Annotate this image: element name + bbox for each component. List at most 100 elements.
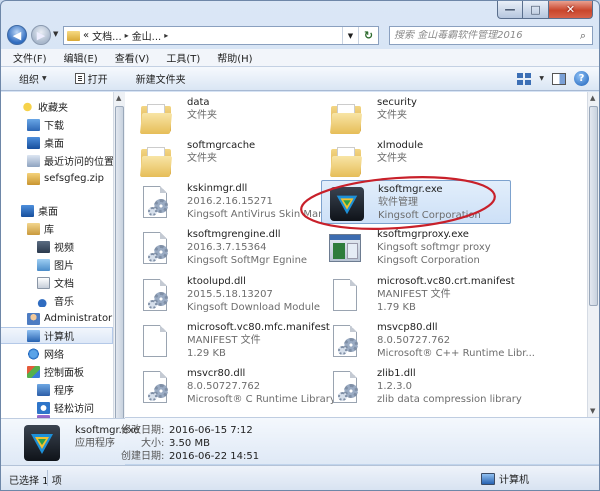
recent-places-icon	[27, 154, 40, 167]
star-icon	[21, 100, 34, 113]
content-scrollbar[interactable]: ▲ ▼	[587, 92, 599, 417]
scroll-up-icon[interactable]: ▲	[116, 94, 121, 102]
minimize-button[interactable]: —	[497, 1, 523, 19]
breadcrumb-separator[interactable]: ▸	[164, 31, 168, 40]
document-icon	[143, 325, 167, 357]
file-item[interactable]: zlib1.dll 1.2.3.0 zlib data compression li…	[321, 365, 522, 409]
file-detail: 软件管理	[378, 197, 418, 208]
help-icon[interactable]: ?	[574, 71, 589, 86]
preview-pane-icon[interactable]	[552, 72, 566, 85]
file-item[interactable]: msvcp80.dll 8.0.50727.762 Microsoft® C++ R…	[321, 319, 535, 363]
close-button[interactable]: ✕	[549, 1, 593, 19]
file-item[interactable]: ksoftmgrproxy.exe Kingsoft softmgr proxy K…	[321, 226, 511, 270]
dll-gear-icon	[143, 232, 168, 264]
file-item[interactable]: security 文件夹	[321, 94, 511, 138]
open-button[interactable]: 打开	[74, 71, 108, 86]
command-bar: 组织 ▼ 打开 新建文件夹 ▼ ?	[1, 67, 599, 91]
menu-edit[interactable]: 编辑(E)	[64, 50, 98, 65]
status-bar: 已选择 1 项 计算机	[1, 465, 599, 490]
scroll-up-icon[interactable]: ▲	[590, 94, 595, 102]
file-item[interactable]: microsoft.vc80.mfc.manifest MANIFEST 文件 1.…	[131, 319, 330, 363]
file-detail: MANIFEST 文件	[187, 335, 261, 346]
tree-control-panel[interactable]: 控制面板	[27, 363, 84, 380]
new-folder-button[interactable]: 新建文件夹	[136, 71, 186, 86]
music-icon	[37, 294, 50, 307]
desktop-icon	[27, 136, 40, 149]
tree-network[interactable]: 网络	[27, 345, 64, 362]
folder-icon	[329, 147, 363, 177]
tree-documents[interactable]: 文档	[37, 274, 74, 291]
tree-zip[interactable]: sefsgfeg.zip	[27, 170, 104, 187]
forward-button[interactable]: ▶	[31, 25, 51, 45]
tree-label: 轻松访问	[54, 404, 94, 415]
scroll-down-icon[interactable]: ▼	[590, 407, 595, 415]
organize-button[interactable]: 组织 ▼	[19, 71, 47, 86]
tree-music[interactable]: 音乐	[37, 292, 74, 309]
address-bar[interactable]: « 文档... ▸ 金山... ▸ ▼ ↻	[63, 26, 379, 45]
tree-desktop-root[interactable]: 桌面	[21, 202, 58, 219]
search-box[interactable]: ⌕	[389, 26, 593, 45]
menu-file[interactable]: 文件(F)	[13, 50, 47, 65]
back-button[interactable]: ◀	[7, 25, 27, 45]
file-item[interactable]: ksoftmgr.exe 软件管理 Kingsoft Corporation	[321, 180, 511, 224]
file-detail: Microsoft® C++ Runtime Libr...	[377, 348, 535, 359]
search-icon[interactable]: ⌕	[574, 29, 592, 43]
file-detail: Kingsoft softmgr proxy	[377, 242, 491, 253]
file-item[interactable]: ktoolupd.dll 2015.5.18.13207 Kingsoft Down…	[131, 273, 321, 317]
scroll-thumb[interactable]	[115, 106, 124, 424]
menu-view[interactable]: 查看(V)	[115, 50, 150, 65]
refresh-icon[interactable]: ↻	[358, 27, 378, 44]
search-input[interactable]	[390, 30, 574, 41]
tree-recent[interactable]: 最近访问的位置	[27, 152, 113, 169]
tree-administrator[interactable]: Administrator	[27, 310, 112, 327]
file-detail: 文件夹	[187, 153, 217, 164]
explorer-window: — □ ✕ ◀ ▶ ▼ « 文档... ▸ 金山... ▸ ▼ ↻ ⌕ 文件(F…	[0, 0, 600, 491]
address-dropdown-button[interactable]: ▼	[342, 27, 358, 44]
file-item[interactable]: kskinmgr.dll 2016.2.16.15271 Kingsoft Anti…	[131, 180, 346, 224]
network-icon	[27, 347, 40, 360]
view-options-icon[interactable]	[517, 72, 532, 85]
file-item[interactable]: msvcr80.dll 8.0.50727.762 Microsoft® C Run…	[131, 365, 336, 409]
file-name: ktoolupd.dll	[187, 276, 246, 287]
menu-help[interactable]: 帮助(H)	[217, 50, 252, 65]
details-filetype: 应用程序	[75, 438, 115, 449]
menu-tools[interactable]: 工具(T)	[166, 50, 200, 65]
file-item[interactable]: xlmodule 文件夹	[321, 137, 511, 181]
file-name: microsoft.vc80.mfc.manifest	[187, 322, 330, 333]
tree-pictures[interactable]: 图片	[37, 256, 74, 273]
tree-programs[interactable]: 程序	[37, 381, 74, 398]
crumb-prefix[interactable]: «	[83, 30, 89, 41]
maximize-button[interactable]: □	[523, 1, 549, 19]
tree-downloads[interactable]: 下载	[27, 116, 64, 133]
tree-computer[interactable]: 计算机	[1, 327, 113, 344]
nav-scrollbar[interactable]: ▲ ▼	[113, 92, 125, 455]
tree-libraries[interactable]: 库	[27, 220, 54, 237]
file-name: ksoftmgrengine.dll	[187, 229, 281, 240]
tree-label: 最近访问的位置	[44, 157, 113, 168]
breadcrumb-separator[interactable]: ▸	[125, 31, 129, 40]
breadcrumb-documents[interactable]: 文档...	[92, 28, 122, 43]
details-created-value: 2016-06-22 14:51	[169, 451, 260, 462]
tree-label: 下载	[44, 121, 64, 132]
recent-pages-dropdown[interactable]: ▼	[53, 30, 58, 38]
new-folder-label: 新建文件夹	[135, 75, 186, 86]
download-folder-icon	[27, 118, 40, 131]
scroll-thumb[interactable]	[589, 106, 598, 306]
tree-ease-of-access[interactable]: 轻松访问	[37, 399, 94, 416]
tree-video[interactable]: 视频	[37, 238, 74, 255]
file-item[interactable]: softmgrcache 文件夹	[131, 137, 321, 181]
tree-label: sefsgfeg.zip	[44, 173, 105, 184]
tree-label: 文档	[54, 279, 74, 290]
folder-icon	[329, 104, 363, 134]
zip-icon	[27, 172, 40, 185]
view-dropdown-icon[interactable]: ▼	[539, 75, 544, 82]
file-item[interactable]: ksoftmgrengine.dll 2016.3.7.15364 Kingsoft…	[131, 226, 321, 270]
tree-favorites[interactable]: 收藏夹	[21, 98, 68, 115]
file-name: ksoftmgrproxy.exe	[377, 229, 469, 240]
tree-desktop[interactable]: 桌面	[27, 134, 64, 151]
file-item[interactable]: microsoft.vc80.crt.manifest MANIFEST 文件 1.…	[321, 273, 515, 317]
breadcrumb-kingsoft[interactable]: 金山...	[132, 28, 162, 43]
file-item[interactable]: data 文件夹	[131, 94, 321, 138]
status-selection: 已选择 1 项	[9, 476, 62, 487]
file-detail: Kingsoft Download Module	[187, 302, 321, 313]
